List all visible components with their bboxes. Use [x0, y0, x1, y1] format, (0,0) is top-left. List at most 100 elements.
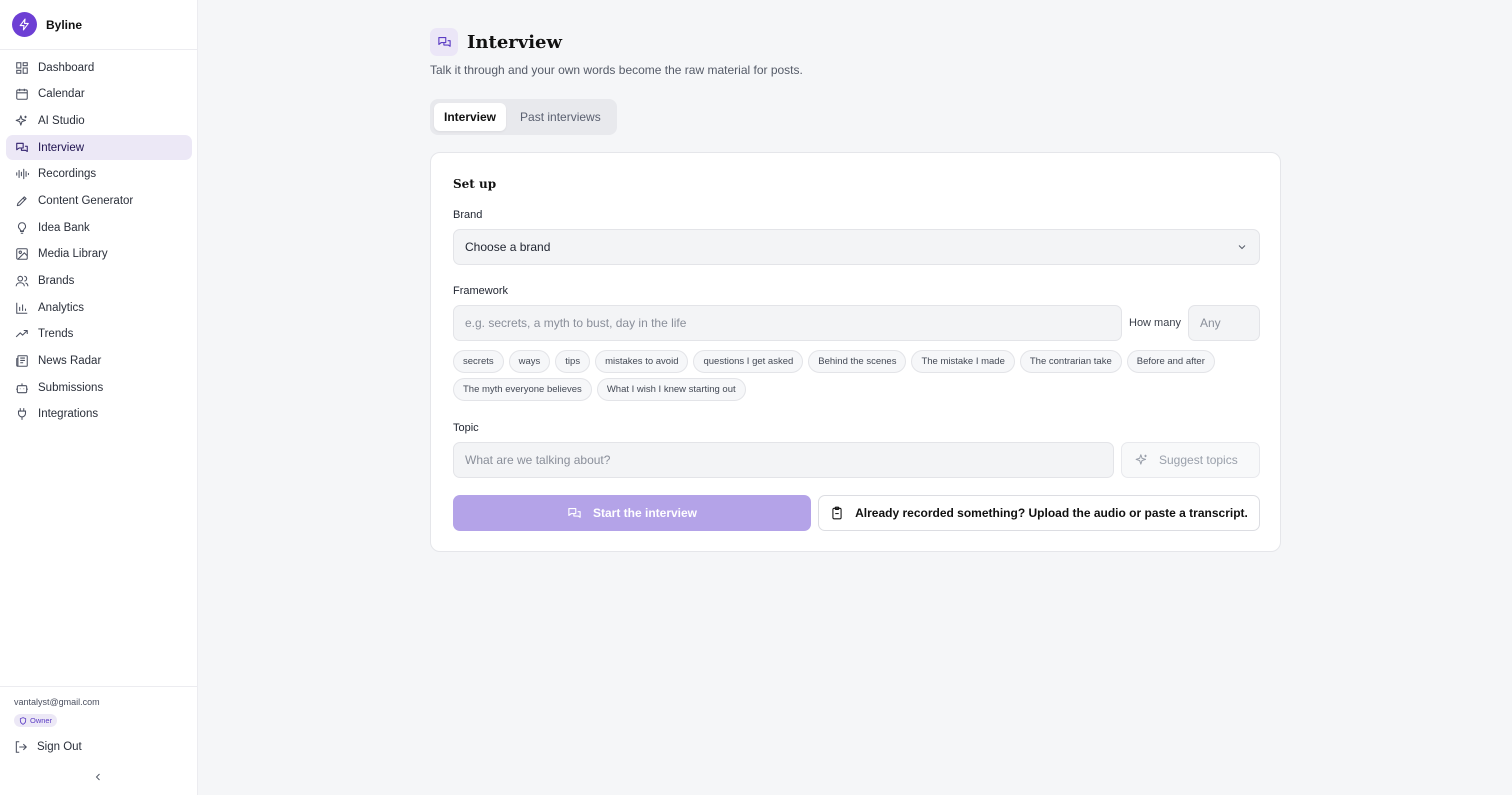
framework-chip[interactable]: mistakes to avoid — [595, 350, 689, 373]
user-email: vantalyst@gmail.com — [14, 697, 100, 707]
tab-interview[interactable]: Interview — [434, 103, 507, 131]
clipboard-icon — [832, 506, 842, 520]
sparkles-icon — [1135, 454, 1147, 465]
plug-icon — [17, 408, 27, 421]
collapse-sidebar-button[interactable] — [92, 770, 104, 782]
sidebar-item-integrations[interactable]: Integrations — [6, 402, 192, 427]
app-name: Byline — [46, 17, 83, 32]
chip-row: The myth everyone believes What I wish I… — [453, 378, 1243, 401]
sidebar-item-ai-studio[interactable]: AI Studio — [6, 108, 192, 133]
role-badge: Owner — [14, 714, 58, 727]
chevron-left-icon — [95, 773, 100, 781]
framework-chip[interactable]: What I wish I knew starting out — [596, 378, 746, 401]
framework-chip[interactable]: ways — [508, 350, 551, 373]
sidebar-item-news-radar[interactable]: News Radar — [6, 349, 192, 374]
suggest-topics-label: Suggest topics — [1159, 453, 1238, 467]
framework-chip[interactable]: The myth everyone believes — [453, 378, 592, 401]
sidebar-item-label: Analytics — [38, 301, 85, 314]
sidebar-item-submissions[interactable]: Submissions — [6, 375, 192, 400]
page-title: Interview — [467, 31, 563, 53]
sparkles-icon — [15, 115, 27, 126]
framework-input[interactable]: e.g. secrets, a myth to bust, day in the… — [453, 305, 1122, 341]
start-interview-button[interactable]: Start the interview — [453, 495, 811, 531]
framework-chip[interactable]: tips — [555, 350, 591, 373]
waveform-icon — [16, 169, 29, 180]
chat-icon — [430, 28, 458, 56]
chat-icon — [16, 142, 28, 152]
shield-icon — [19, 716, 27, 725]
sidebar-item-media-library[interactable]: Media Library — [6, 242, 192, 267]
chevron-down-icon — [1238, 245, 1246, 250]
framework-chip[interactable]: The contrarian take — [1019, 350, 1122, 373]
brand-select[interactable]: Choose a brand — [453, 229, 1260, 265]
topic-label: Topic — [453, 422, 479, 434]
sidebar-item-label: Interview — [38, 141, 85, 154]
sidebar-item-label: Dashboard — [38, 61, 95, 74]
bolt-icon — [12, 12, 37, 37]
tab-bar: Interview Past interviews — [430, 99, 617, 135]
sidebar-item-label: Recordings — [38, 168, 97, 181]
chat-icon — [568, 507, 581, 518]
sign-out-button[interactable]: Sign Out — [14, 740, 82, 754]
sidebar-item-interview[interactable]: Interview — [6, 135, 192, 161]
topic-input[interactable]: What are we talking about? — [453, 442, 1114, 478]
upload-transcript-label: Already recorded something? Upload the a… — [855, 506, 1248, 520]
sidebar: Byline Dashboard Calendar AI Studio Inte… — [0, 0, 198, 795]
bar-chart-icon — [16, 302, 28, 314]
sidebar-item-idea-bank[interactable]: Idea Bank — [6, 215, 192, 240]
sidebar-item-label: News Radar — [38, 355, 102, 368]
sidebar-item-label: Trends — [38, 328, 74, 341]
topic-placeholder: What are we talking about? — [465, 453, 611, 467]
page-header: Interview — [430, 28, 562, 56]
framework-chip[interactable]: Behind the scenes — [808, 350, 907, 373]
sidebar-item-label: Content Generator — [38, 194, 134, 207]
how-many-placeholder: Any — [1200, 316, 1221, 330]
framework-chip[interactable]: Before and after — [1126, 350, 1215, 373]
framework-chip[interactable]: secrets — [453, 350, 504, 373]
how-many-label: How many — [1129, 317, 1181, 329]
divider — [0, 686, 197, 687]
sign-out-label: Sign Out — [37, 741, 82, 753]
role-label: Owner — [30, 716, 53, 725]
sidebar-item-analytics[interactable]: Analytics — [6, 295, 192, 320]
robot-icon — [16, 383, 28, 393]
sidebar-item-content-generator[interactable]: Content Generator — [6, 188, 192, 213]
sidebar-item-label: AI Studio — [38, 114, 85, 127]
brand[interactable]: Byline — [12, 12, 82, 37]
chip-row: secrets ways tips mistakes to avoid ques… — [453, 350, 1243, 373]
sidebar-item-dashboard[interactable]: Dashboard — [6, 55, 192, 80]
setup-title: Set up — [453, 177, 497, 191]
logout-icon — [15, 741, 27, 753]
suggest-topics-button[interactable]: Suggest topics — [1121, 442, 1260, 478]
pen-icon — [16, 196, 27, 207]
newspaper-icon — [16, 355, 28, 367]
calendar-icon — [16, 88, 28, 100]
framework-chip[interactable]: The mistake I made — [911, 350, 1015, 373]
sidebar-item-trends[interactable]: Trends — [6, 322, 192, 347]
dashboard-icon — [16, 61, 28, 74]
framework-chip[interactable]: questions I get asked — [693, 350, 804, 373]
trending-icon — [15, 330, 28, 338]
sidebar-item-label: Idea Bank — [38, 221, 90, 234]
sidebar-item-recordings[interactable]: Recordings — [6, 162, 192, 187]
framework-label: Framework — [453, 285, 509, 297]
lightbulb-icon — [17, 221, 27, 234]
setup-card: Set up Brand Choose a brand Framework e.… — [430, 152, 1281, 552]
framework-placeholder: e.g. secrets, a myth to bust, day in the… — [465, 316, 687, 330]
framework-chips: secrets ways tips mistakes to avoid ques… — [453, 350, 1243, 406]
start-interview-label: Start the interview — [592, 506, 698, 520]
sidebar-nav: Dashboard Calendar AI Studio Interview R… — [6, 55, 192, 429]
users-icon — [15, 275, 29, 287]
tab-past-interviews[interactable]: Past interviews — [510, 103, 611, 131]
sidebar-item-brands[interactable]: Brands — [6, 269, 192, 294]
divider — [0, 49, 197, 50]
sidebar-item-label: Calendar — [38, 88, 85, 101]
sidebar-item-label: Brands — [38, 275, 75, 287]
sidebar-item-label: Media Library — [38, 248, 108, 261]
page-subtitle: Talk it through and your own words becom… — [430, 63, 803, 77]
brand-label: Brand — [453, 209, 483, 221]
sidebar-item-calendar[interactable]: Calendar — [6, 82, 192, 107]
how-many-input[interactable]: Any — [1188, 305, 1260, 341]
sidebar-item-label: Submissions — [38, 381, 104, 394]
upload-transcript-button[interactable]: Already recorded something? Upload the a… — [818, 495, 1260, 531]
